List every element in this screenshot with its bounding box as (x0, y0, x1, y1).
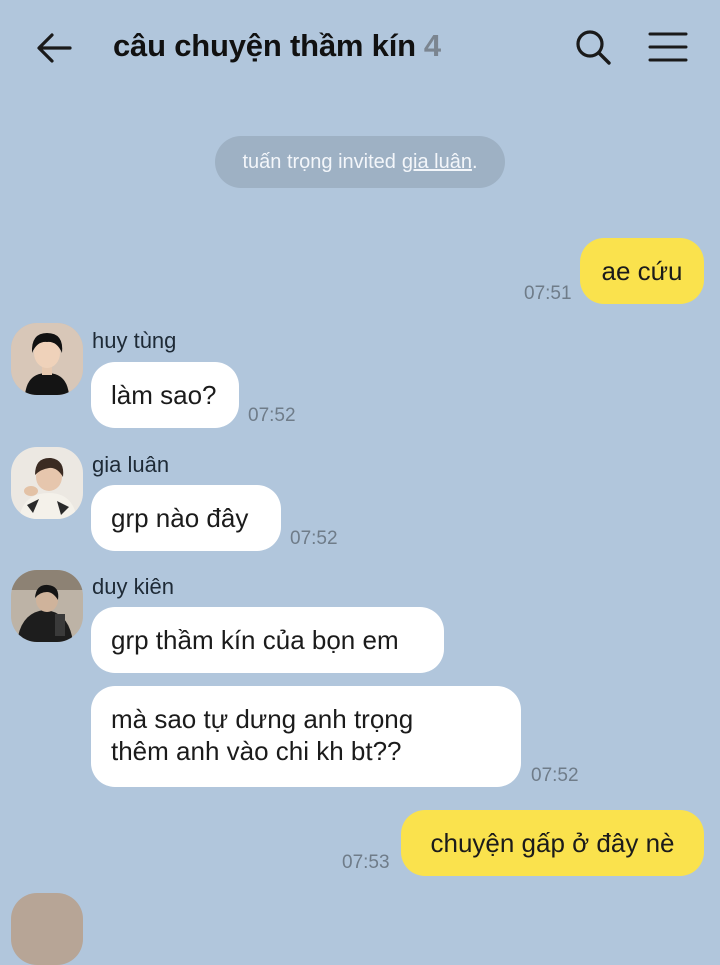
message-time: 07:52 (290, 528, 338, 549)
sender-name: gia luân (92, 452, 170, 477)
avatar-gia-luan[interactable] (11, 447, 83, 519)
message-time: 07:51 (524, 283, 572, 304)
message-bubble[interactable]: grp nào đây (91, 485, 281, 551)
notice-text: tuấn trọng invited (242, 150, 396, 173)
search-icon (576, 30, 611, 65)
message-time: 07:53 (342, 852, 390, 873)
avatar-huy-tung[interactable] (11, 323, 83, 395)
sender-name: huy tùng (92, 328, 177, 353)
chat-title-text: câu chuyện thầm kín (113, 28, 416, 63)
message-time: 07:52 (248, 405, 296, 426)
avatar-photo (11, 323, 83, 395)
message-bubble-multiline[interactable]: mà sao tự dưng anh trọng thêm anh vào ch… (91, 686, 521, 787)
hamburger-menu-icon (648, 32, 688, 62)
invited-user-link[interactable]: gia luân (402, 151, 472, 174)
message-line-1: mà sao tự dưng anh trọng (111, 704, 414, 734)
message-bubble[interactable]: làm sao? (91, 362, 239, 428)
message-line-2: thêm anh vào chi kh bt?? (111, 736, 402, 766)
notice-suffix: . (471, 150, 478, 173)
avatar-photo (11, 570, 83, 642)
member-count: 4 (423, 28, 441, 63)
avatar-photo (11, 447, 83, 519)
own-message-bubble[interactable]: chuyện gấp ở đây nè (401, 810, 704, 876)
own-message-bubble[interactable]: ae cứu (580, 238, 704, 304)
search-button[interactable] (570, 24, 616, 70)
message-bubble[interactable]: grp thầm kín của bọn em (91, 607, 444, 673)
message-time: 07:52 (531, 765, 579, 786)
avatar-partial (11, 893, 83, 965)
chat-header: câu chuyện thầm kín 4 (0, 0, 720, 96)
arrow-left-icon (37, 33, 72, 63)
system-notice: tuấn trọng invited gia luân. (215, 136, 505, 188)
sender-name: duy kiên (92, 574, 174, 599)
chat-title: câu chuyện thầm kín 4 (113, 28, 441, 68)
back-button[interactable] (30, 26, 78, 70)
menu-button[interactable] (644, 24, 692, 70)
avatar-duy-kien[interactable] (11, 570, 83, 642)
